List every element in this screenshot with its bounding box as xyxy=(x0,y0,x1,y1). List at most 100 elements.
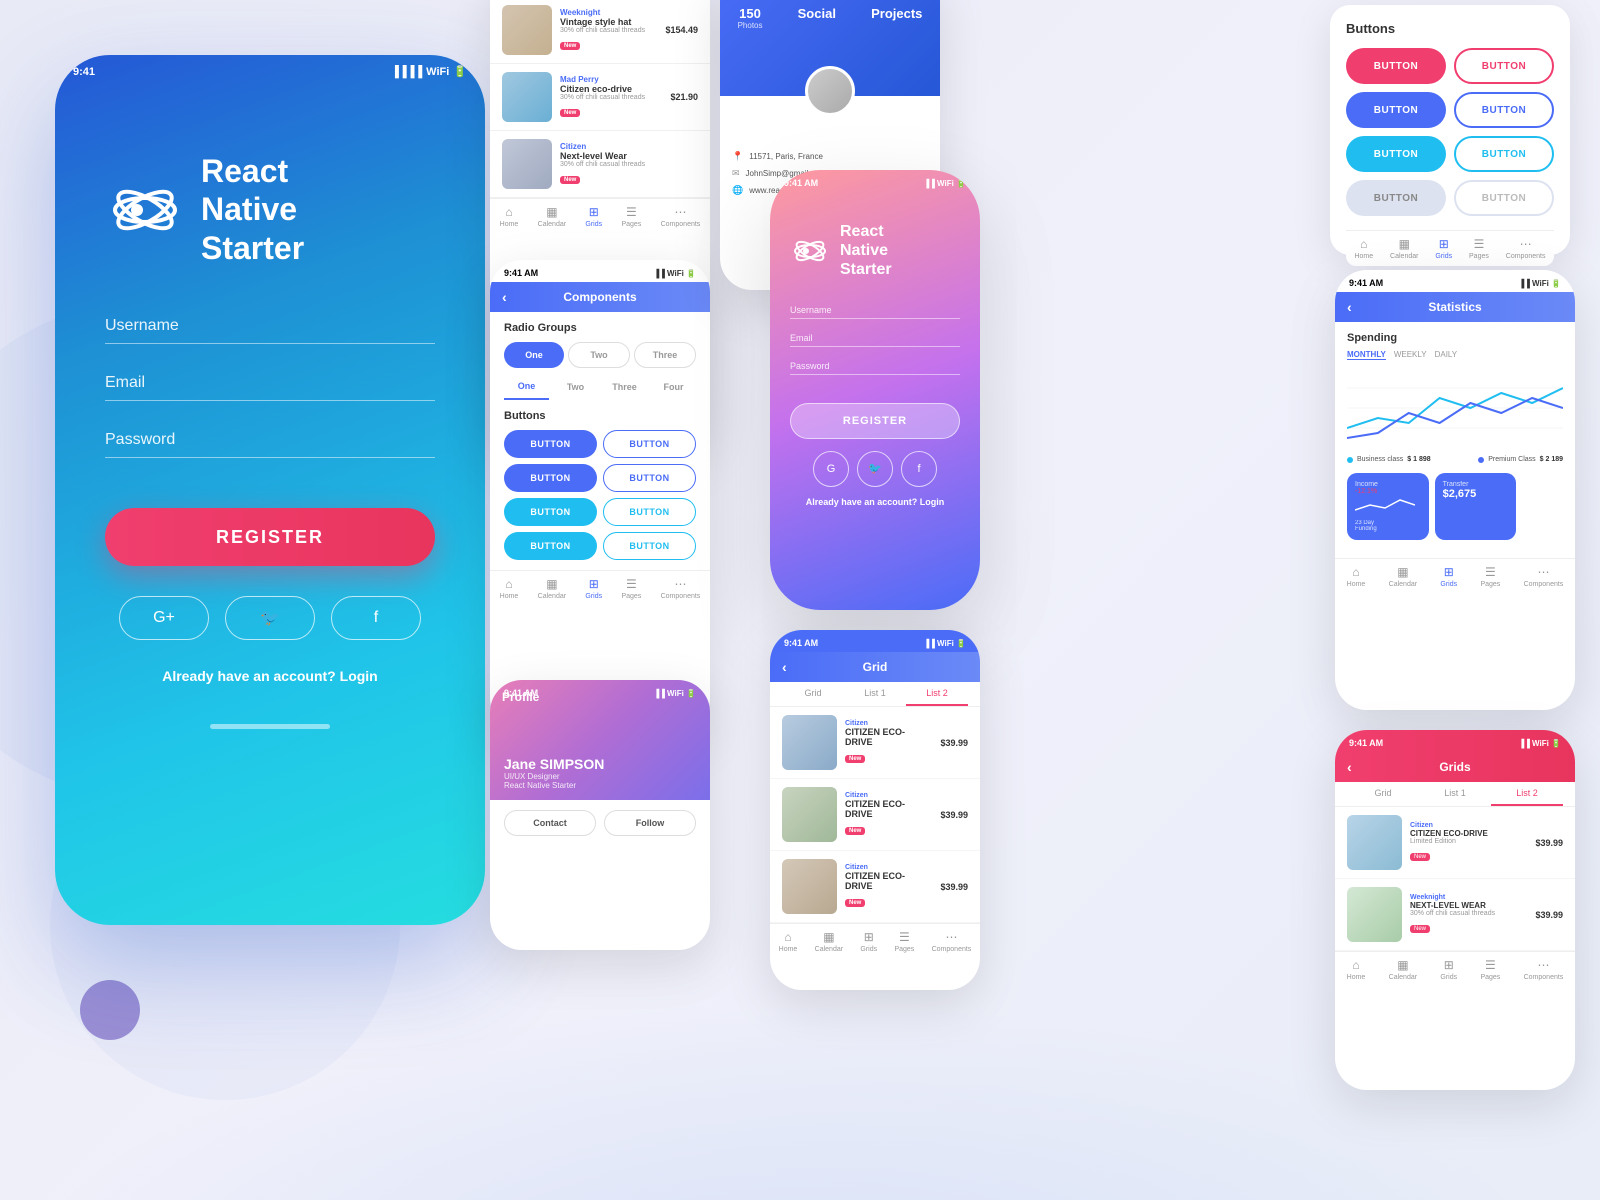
grids-nav-grids[interactable]: ⊞Grids xyxy=(1440,958,1457,981)
panel-btn-teal-1[interactable]: BUTTON xyxy=(1346,136,1446,172)
panel-btn-blue-1[interactable]: BUTTON xyxy=(1346,92,1446,128)
nav-calendar[interactable]: ▦Calendar xyxy=(538,205,566,228)
bp-nav-home[interactable]: ⌂Home xyxy=(1354,237,1373,260)
comp-btn-8[interactable]: BUTTON xyxy=(603,532,696,560)
radio-one-underline[interactable]: One xyxy=(504,374,549,400)
login-link[interactable]: Login xyxy=(340,668,378,684)
radio-two-underline[interactable]: Two xyxy=(553,374,598,400)
nav-grids[interactable]: ⊞Grids xyxy=(585,205,602,228)
contact-button[interactable]: Contact xyxy=(504,810,596,836)
info-location: 📍 11571, Paris, France xyxy=(720,148,940,165)
reg-social-btns: G 🐦 f xyxy=(790,451,960,487)
email-icon: ✉ xyxy=(732,168,740,179)
twitter-button[interactable]: 🐦 xyxy=(225,596,315,640)
comp-nav-calendar[interactable]: ▦Calendar xyxy=(538,577,566,600)
reg-login-link[interactable]: Login xyxy=(920,497,945,507)
comp-status-icons: ▐▐ WiFi 🔋 xyxy=(653,269,696,278)
reg-facebook-btn[interactable]: f xyxy=(901,451,937,487)
panel-btn-blue-outline-1[interactable]: BUTTON xyxy=(1454,92,1554,128)
grids-tab-grid[interactable]: Grid xyxy=(1347,782,1419,806)
gi-name-3: CITIZEN ECO-DRIVE xyxy=(845,871,932,891)
stats-nav-home[interactable]: ⌂Home xyxy=(1347,565,1366,588)
reg-status-icons: ▐▐ WiFi 🔋 xyxy=(923,179,966,188)
comp-nav-pages[interactable]: ☰Pages xyxy=(621,577,641,600)
bp-nav-components[interactable]: ⋯Components xyxy=(1506,237,1546,260)
grids-tab-list2[interactable]: List 2 xyxy=(1491,782,1563,806)
stats-back-icon[interactable]: ‹ xyxy=(1347,299,1352,315)
reg-register-button[interactable]: REGISTER xyxy=(790,403,960,439)
panel-btn-red-1[interactable]: BUTTON xyxy=(1346,48,1446,84)
stats-nav-components[interactable]: ⋯Components xyxy=(1524,565,1564,588)
grids-nav-components[interactable]: ⋯Components xyxy=(1524,958,1564,981)
grid-tab-grid[interactable]: Grid xyxy=(782,682,844,706)
stats-tab-daily[interactable]: DAILY xyxy=(1435,350,1458,360)
nav-pages[interactable]: ☰Pages xyxy=(621,205,641,228)
shop-brand-1: Weeknight xyxy=(560,8,657,17)
gi2-price-1: $39.99 xyxy=(1535,838,1563,848)
reg-status: 9:41 AM ▐▐ WiFi 🔋 xyxy=(770,170,980,192)
stats-nav-pages[interactable]: ☰Pages xyxy=(1480,565,1500,588)
password-label: Password xyxy=(105,431,435,449)
panel-btn-gray-outline-1[interactable]: BUTTON xyxy=(1454,180,1554,216)
grids-nav-pages[interactable]: ☰Pages xyxy=(1480,958,1500,981)
grid-item-info-1: Citizen CITIZEN ECO-DRIVE New xyxy=(845,720,932,765)
comp-btn-6[interactable]: BUTTON xyxy=(603,498,696,526)
panel-btn-teal-outline-1[interactable]: BUTTON xyxy=(1454,136,1554,172)
main-phone: 9:41 ▐▐▐▐ WiFi 🔋 ReactNativeStarter User… xyxy=(55,55,485,925)
bp-nav-grids[interactable]: ⊞Grids xyxy=(1435,237,1452,260)
comp-btn-4[interactable]: BUTTON xyxy=(603,464,696,492)
bp-nav-calendar[interactable]: ▦Calendar xyxy=(1390,237,1418,260)
bp-nav-pages[interactable]: ☰Pages xyxy=(1469,237,1489,260)
register-button[interactable]: REGISTER xyxy=(105,508,435,566)
comp-btn-2[interactable]: BUTTON xyxy=(603,430,696,458)
stats-tab-monthly[interactable]: MONTHLY xyxy=(1347,350,1386,360)
grids-tab-list1[interactable]: List 1 xyxy=(1419,782,1491,806)
shop-brand-3: Citizen xyxy=(560,142,690,151)
comp-btn-7[interactable]: BUTTON xyxy=(504,532,597,560)
radio-three-filled[interactable]: Three xyxy=(634,342,696,368)
grid-nav-home[interactable]: ⌂Home xyxy=(779,930,798,953)
reg-username-line xyxy=(790,318,960,319)
radio-one-filled[interactable]: One xyxy=(504,342,564,368)
grids-tabs: Grid List 1 List 2 xyxy=(1335,782,1575,807)
nav-components[interactable]: ⋯Components xyxy=(661,205,701,228)
panel-btn-red-outline-1[interactable]: BUTTON xyxy=(1454,48,1554,84)
comp-nav-grids[interactable]: ⊞Grids xyxy=(585,577,602,600)
grid-back-icon[interactable]: ‹ xyxy=(782,659,787,675)
back-icon[interactable]: ‹ xyxy=(502,289,507,305)
radio-two-filled[interactable]: Two xyxy=(568,342,630,368)
reg-google-btn[interactable]: G xyxy=(813,451,849,487)
nav-home[interactable]: ⌂Home xyxy=(500,205,519,228)
shop-desc-2: 30% off chili casual threads xyxy=(560,94,662,101)
grids-back-icon[interactable]: ‹ xyxy=(1347,759,1352,775)
facebook-button[interactable]: f xyxy=(331,596,421,640)
grid-tab-list1[interactable]: List 1 xyxy=(844,682,906,706)
stats-tab-weekly[interactable]: WEEKLY xyxy=(1394,350,1427,360)
grid-nav-calendar[interactable]: ▦Calendar xyxy=(815,930,843,953)
reg-twitter-btn[interactable]: 🐦 xyxy=(857,451,893,487)
comp-nav-components[interactable]: ⋯Components xyxy=(661,577,701,600)
follow-button[interactable]: Follow xyxy=(604,810,696,836)
stats-nav-grids[interactable]: ⊞Grids xyxy=(1440,565,1457,588)
grid-nav-pages[interactable]: ☰Pages xyxy=(894,930,914,953)
home-indicator xyxy=(210,724,330,729)
shop-name-3: Next-level Wear xyxy=(560,151,690,161)
grid-tab-list2[interactable]: List 2 xyxy=(906,682,968,706)
already-account-text: Already have an account? Login xyxy=(105,668,435,684)
radio-four-underline[interactable]: Four xyxy=(651,374,696,400)
stats-nav-calendar[interactable]: ▦Calendar xyxy=(1389,565,1417,588)
gi2-brand-1: Citizen xyxy=(1410,822,1527,829)
grids-nav-home[interactable]: ⌂Home xyxy=(1347,958,1366,981)
panel-btn-gray-1[interactable]: BUTTON xyxy=(1346,180,1446,216)
buttons-section-title: Buttons xyxy=(504,410,696,422)
grid-nav-components[interactable]: ⋯Components xyxy=(932,930,972,953)
google-button[interactable]: G+ xyxy=(119,596,209,640)
comp-btn-3[interactable]: BUTTON xyxy=(504,464,597,492)
radio-three-underline[interactable]: Three xyxy=(602,374,647,400)
comp-btn-1[interactable]: BUTTON xyxy=(504,430,597,458)
comp-btn-5[interactable]: BUTTON xyxy=(504,498,597,526)
comp-nav-home[interactable]: ⌂Home xyxy=(500,577,519,600)
grid-nav-grids[interactable]: ⊞Grids xyxy=(860,930,877,953)
grids-nav-calendar[interactable]: ▦Calendar xyxy=(1389,958,1417,981)
transfer-label: Transfer xyxy=(1443,481,1509,488)
